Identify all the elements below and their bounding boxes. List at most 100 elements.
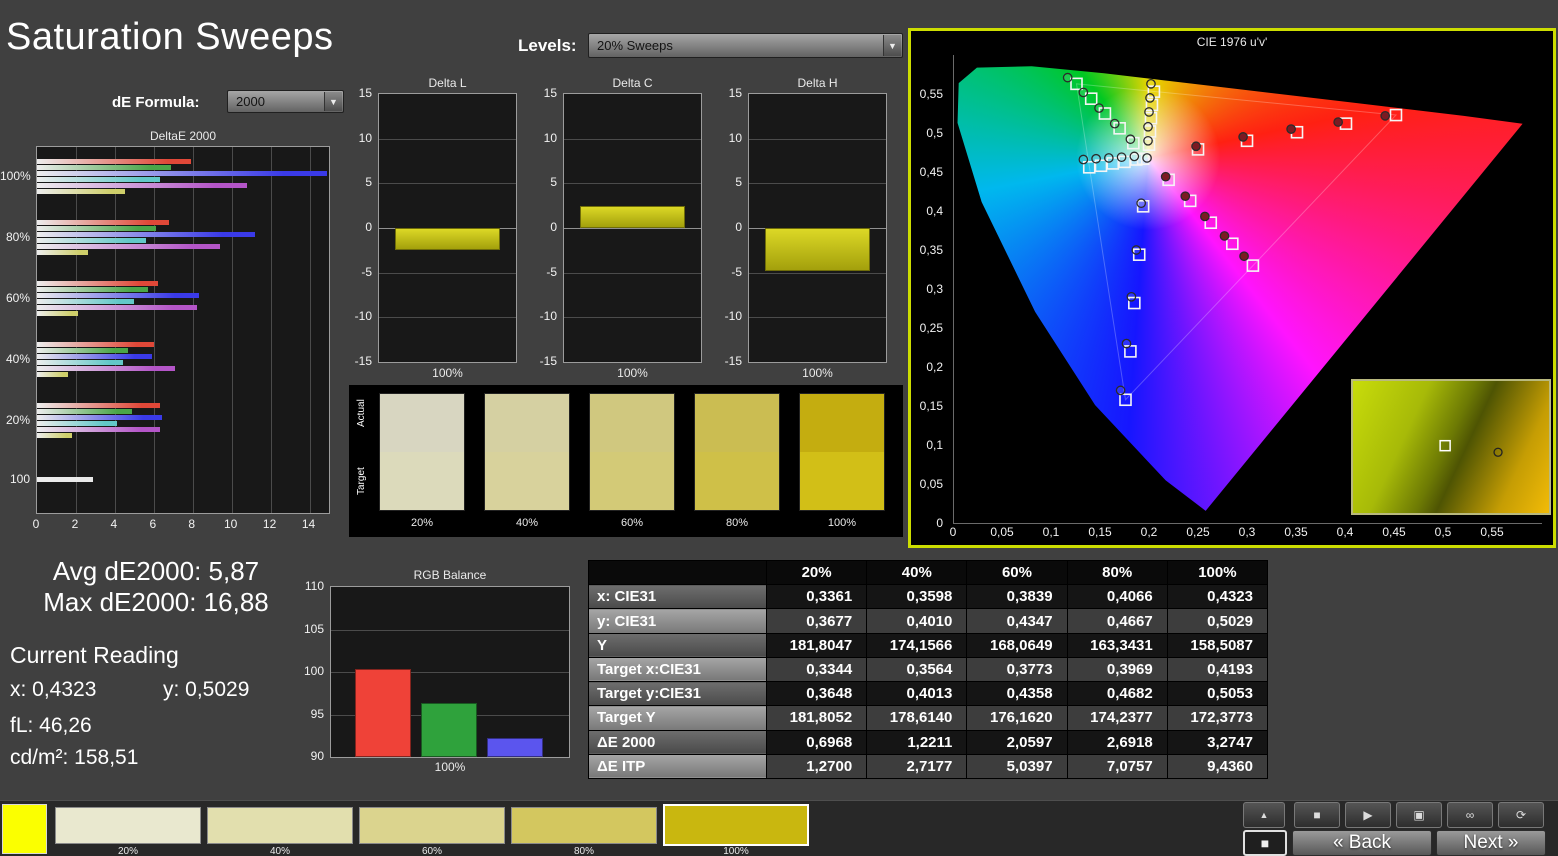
bottom-swatch[interactable] [207, 807, 353, 844]
bottom-swatch[interactable] [511, 807, 657, 844]
delta-l-title: Delta L [428, 76, 467, 90]
deltae-chart-title: DeltaE 2000 [149, 129, 217, 143]
target-swatch [485, 452, 569, 510]
delta-l-ytick: 10 [358, 130, 372, 145]
deltae-bar [37, 311, 78, 316]
delta-h-ytick: 10 [728, 130, 742, 145]
back-button[interactable]: « Back [1292, 830, 1432, 856]
deltae-gridline [270, 147, 272, 513]
reading-y: y: 0,5029 [163, 678, 250, 701]
deltae-ytick: 20% [5, 412, 30, 427]
cie-ytick: 0,45 [919, 165, 943, 179]
deltae-gridline [309, 147, 311, 513]
deltae-bar [37, 403, 160, 408]
deltae-bar [37, 348, 129, 353]
next-button[interactable]: Next » [1436, 830, 1546, 856]
table-col-header: 40% [866, 559, 968, 586]
cie-ytick: 0,35 [919, 243, 943, 257]
results-table-host: 20% 40% 60% 80% 100% x: CIE31 0,3361 0,3598 0,38… [588, 559, 1269, 780]
deltae-xtick: 4 [110, 517, 118, 531]
patch-swatch [379, 393, 465, 511]
delta-c-bar [580, 205, 685, 228]
bottom-swatch-label: 80% [573, 846, 594, 856]
table-cell: 181,8047 [765, 632, 868, 658]
cie-measured-circle [1238, 132, 1248, 142]
stop-small-button[interactable]: ■ [1294, 802, 1340, 828]
table-row-label: ΔE ITP [588, 753, 767, 780]
rgb-ylabels: 110 105 100 95 90 [294, 579, 328, 763]
deltae-xtick: 6 [149, 517, 157, 531]
play-button[interactable]: ▶ [1345, 802, 1391, 828]
deltae-bar [37, 244, 220, 249]
cie-measured-circle [1219, 231, 1230, 241]
inset-measured-circle [1493, 447, 1503, 457]
eject-button[interactable]: ▲ [1243, 802, 1285, 828]
cie-xtick: 0,2 [1140, 525, 1158, 539]
reading-x: x: 0,4323 [10, 678, 97, 701]
delta-c-gridline [564, 228, 701, 229]
delta-h-ytick: 0 [735, 220, 742, 234]
table-row-label: ΔE 2000 [588, 729, 767, 755]
loop-button[interactable]: ⟳ [1498, 802, 1544, 828]
table-cell: 0,4667 [1066, 608, 1168, 634]
deltae-gridline [75, 147, 77, 513]
bottom-swatch-label: 60% [421, 846, 442, 856]
target-swatch [695, 452, 779, 510]
meter-button[interactable]: ▣ [1396, 802, 1442, 828]
levels-dropdown[interactable]: 20% Sweeps ▼ [588, 33, 903, 58]
swatch-percent-label: 40% [515, 517, 539, 529]
calman-saturation-sweeps-screen: Saturation Sweeps dE Formula: 2000 ▼ Lev… [0, 0, 1558, 856]
table-cell: 2,0597 [966, 729, 1068, 755]
cie-measured-circle [1131, 245, 1142, 255]
table-cell: 0,3361 [765, 584, 868, 610]
deltae-xtick: 2 [71, 517, 79, 531]
table-col-header: 60% [966, 559, 1068, 586]
table-cell: 0,5029 [1166, 608, 1269, 634]
cie-measured-circle [1094, 103, 1104, 113]
table-row-label: Target y:CIE31 [588, 681, 767, 707]
deltae-gridline [231, 147, 233, 513]
bottom-swatch[interactable] [55, 807, 201, 844]
cie-inset-zoom [1351, 379, 1551, 515]
table-cell: 176,1620 [966, 705, 1068, 731]
bottom-swatch-active[interactable] [663, 804, 809, 846]
deltae-bar [37, 427, 160, 432]
stop-button[interactable]: ■ [1243, 830, 1287, 856]
current-reading-label: Current Reading [10, 642, 179, 668]
patch-swatch [484, 393, 570, 511]
bottom-swatch-label: 20% [117, 846, 138, 856]
cie-xlabels: 0 0,05 0,1 0,15 0,2 0,25 0,3 0,35 0,4 0,45 0,5 0,55 [911, 525, 1553, 541]
deltae-bar [37, 409, 133, 414]
continuous-button[interactable]: ∞ [1447, 802, 1493, 828]
delta-c-gridline [564, 272, 701, 274]
cie-xtick: 0,05 [990, 525, 1014, 539]
eject-icon: ▲ [1259, 810, 1269, 820]
deltae-plot [36, 146, 330, 514]
delta-l-gridline [379, 183, 516, 185]
rgb-xlabel: 100% [434, 760, 466, 774]
rgb-balance-title: RGB Balance [413, 568, 487, 582]
table-col-header: 100% [1166, 559, 1269, 586]
table-row-label: y: CIE31 [588, 608, 767, 634]
deltae-bar [37, 342, 154, 347]
transport-buttons: ■ ▶ ▣ ∞ ⟳ [1294, 802, 1554, 828]
rgb-ytick: 90 [310, 749, 324, 763]
swatch-percent-label: 20% [410, 517, 434, 529]
deltae-bar [37, 159, 191, 164]
de-formula-dropdown[interactable]: 2000 ▼ [227, 90, 344, 113]
bottom-swatch[interactable] [359, 807, 505, 844]
delta-c-title: Delta C [612, 76, 653, 90]
table-cell: 7,0757 [1066, 753, 1168, 780]
table-row: x: CIE31 0,3361 0,3598 0,3839 0,4066 0,4323 [588, 584, 1269, 610]
table-cell: 0,4193 [1166, 656, 1269, 683]
table-cell: 172,3773 [1166, 705, 1269, 731]
table-cell: 0,4013 [866, 681, 968, 707]
swatch-strip: Actual Target 20% 40% 60% 80% 100% [349, 385, 903, 537]
cie-measured-circle [1109, 118, 1120, 129]
delta-h-gridline [749, 183, 886, 185]
cie-measured-circle [1200, 211, 1210, 222]
cie-inset-svg [1439, 439, 1503, 457]
deltae-xtick: 14 [301, 517, 316, 531]
cie-ytick: 0,15 [919, 399, 943, 413]
de-formula-label: dE Formula: [112, 94, 200, 111]
